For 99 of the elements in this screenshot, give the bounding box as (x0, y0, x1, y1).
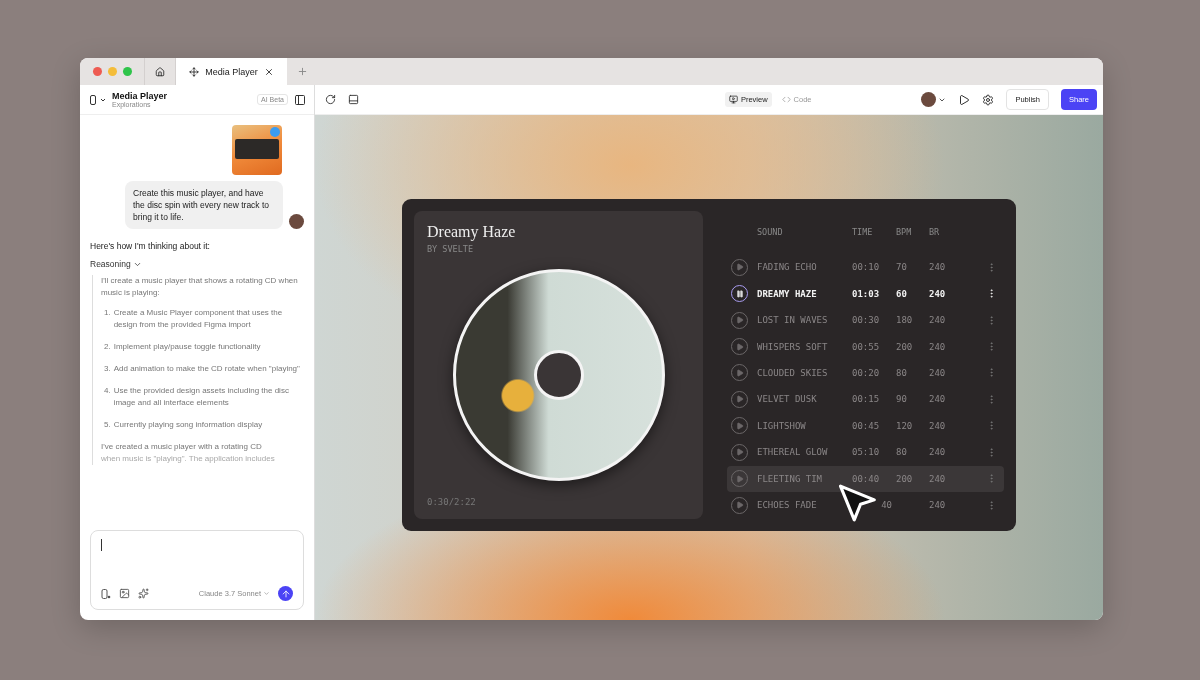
track-bitrate: 240 (929, 341, 946, 352)
track-name: FLEETING TIM (757, 473, 823, 484)
arrow-up-icon (280, 588, 291, 599)
step-text: Currently playing song information display (113, 419, 263, 431)
track-name: LIGHTSHOW (757, 420, 806, 431)
step-text: Use the provided design assets including the disc image and all interface elements (113, 385, 290, 409)
track-name: ECHOES FADE (757, 500, 817, 511)
logo-icon[interactable] (90, 94, 106, 105)
sparkle-icon[interactable] (138, 588, 149, 599)
track-bpm: 80 (896, 447, 907, 458)
summary-text: I've created a music player with a rotating CD (101, 441, 263, 453)
track-bitrate: 240 (929, 420, 946, 431)
close-icon[interactable] (263, 66, 274, 77)
track-bpm: 200 (896, 473, 913, 484)
step-text: Implement play/pause toggle functionality (113, 341, 261, 353)
track-name: DREAMY HAZE (757, 288, 817, 299)
play-icon (735, 342, 744, 351)
track-time: 00:30 (852, 315, 880, 326)
play-icon (735, 263, 744, 272)
track-bpm: 120 (896, 420, 913, 431)
play-icon (735, 421, 744, 430)
track-name: ETHEREAL GLOW (757, 447, 828, 458)
track-time: 00:10 (852, 262, 880, 273)
text-caret (101, 539, 102, 551)
maximize-window-button[interactable] (123, 67, 132, 76)
track-bitrate: 240 (929, 368, 946, 378)
track-bpm: 70 (896, 262, 907, 273)
image-icon[interactable] (119, 588, 130, 599)
track-time: 00:55 (852, 341, 880, 352)
assistant-intro: Here's how I'm thinking about it: (90, 241, 211, 251)
home-icon (155, 66, 165, 77)
settings-icon[interactable] (982, 93, 995, 106)
reasoning-text: I'll create a music player that shows a rotating CD when music is playing: (101, 275, 299, 299)
track-bitrate: 240 (929, 394, 946, 405)
track-bitrate: 240 (929, 473, 946, 484)
play-icon (735, 369, 744, 377)
play-icon (735, 316, 744, 325)
track-name: WHISPERS SOFT (757, 341, 828, 352)
refresh-icon[interactable] (325, 94, 336, 105)
track-time: 00:20 (852, 368, 880, 378)
logo-icon[interactable] (101, 588, 111, 599)
step-number: 4. (104, 385, 111, 397)
step-text: Create a Music Player component that uses the design from the provided Figma import (113, 307, 284, 331)
user-message: Create this music player, and have the disc spin with every new track to bring it to life. (125, 181, 283, 229)
panel-icon[interactable] (348, 94, 359, 105)
caret-icon (263, 590, 270, 597)
play-icon (735, 501, 744, 510)
play-icon (735, 395, 744, 404)
track-name: LOST IN WAVES (757, 315, 828, 326)
column-header: BPM (896, 226, 913, 237)
user-avatar (289, 214, 304, 229)
track-bpm: 80 (896, 368, 907, 378)
track-time: 05:10 (852, 447, 880, 458)
artist-name: BY SVELTE (427, 243, 475, 254)
summary-text: when music is "playing". The application includes (101, 453, 276, 465)
sidebar-toggle-icon[interactable] (294, 93, 306, 106)
playback-time: 0:30/2:22 (427, 496, 477, 507)
play-icon[interactable] (958, 93, 971, 106)
track-bpm: 180 (896, 315, 913, 326)
track-bpm: 60 (896, 288, 907, 299)
play-icon (735, 474, 744, 483)
track-name: CLOUDED SKIES (757, 368, 828, 378)
step-number: 2. (104, 341, 111, 353)
image-thumbnail (232, 125, 282, 175)
track-time: 00:15 (852, 394, 880, 405)
send-button[interactable] (278, 586, 293, 601)
close-window-button[interactable] (93, 67, 102, 76)
reasoning-toggle[interactable]: Reasoning (90, 259, 304, 269)
step-number: 1. (104, 307, 111, 319)
track-bitrate: 240 (929, 315, 946, 326)
new-tab-icon[interactable] (297, 66, 308, 77)
pause-icon (735, 289, 744, 298)
song-title: Dreamy Haze (427, 222, 517, 241)
column-header: TIME (852, 226, 874, 237)
move-icon (189, 66, 200, 77)
track-bitrate: 240 (929, 447, 946, 458)
step-text: Add animation to make the CD rotate when "playing" (113, 363, 300, 375)
track-time: 00:45 (852, 420, 880, 431)
track-bitrate: 240 (929, 500, 946, 511)
step-number: 5. (104, 419, 111, 431)
track-name: VELVET DUSK (757, 394, 817, 405)
track-time: 00:40 (852, 473, 880, 484)
track-name: FADING ECHO (757, 262, 817, 273)
code-icon (781, 95, 791, 104)
project-name[interactable]: Media Player (112, 91, 252, 101)
track-bitrate: 240 (929, 288, 946, 299)
play-icon (735, 448, 744, 457)
preview-icon (728, 95, 738, 104)
step-number: 3. (104, 363, 111, 375)
column-header: BR (929, 226, 941, 237)
track-time: 01:03 (852, 288, 880, 299)
track-bpm: 200 (896, 341, 913, 352)
user-avatar[interactable] (921, 92, 937, 107)
track-time: 40 (881, 500, 892, 511)
column-header: SOUND (757, 226, 784, 237)
track-bitrate: 240 (929, 262, 946, 273)
mouse-pointer-icon (838, 482, 878, 523)
browser-tab[interactable]: Media Player (175, 58, 287, 85)
track-bpm: 90 (896, 394, 907, 405)
